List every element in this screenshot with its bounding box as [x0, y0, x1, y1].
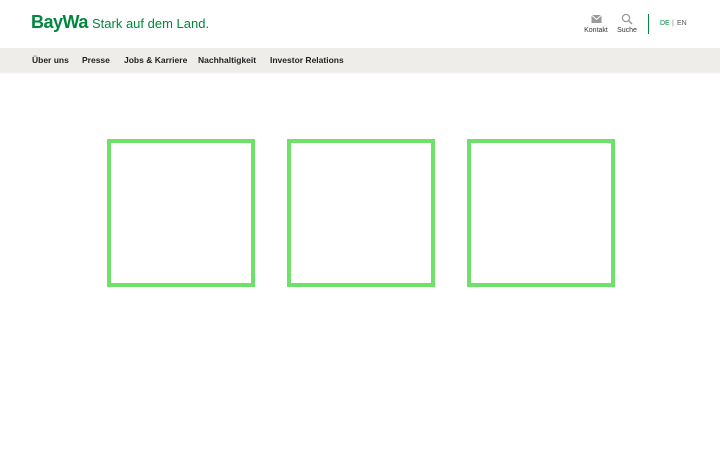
- nav-item-ueber-uns[interactable]: Über uns: [32, 55, 69, 65]
- nav-item-nachhaltigkeit[interactable]: Nachhaltigkeit: [198, 55, 256, 65]
- header-divider: [648, 14, 649, 34]
- envelope-icon: [590, 14, 602, 23]
- nav-item-presse[interactable]: Presse: [82, 55, 110, 65]
- baywa-logo[interactable]: BayWa: [31, 12, 88, 33]
- search-icon: [621, 13, 633, 25]
- tagline: Stark auf dem Land.: [92, 16, 210, 31]
- site-header: BayWa Stark auf dem Land. Kontakt Suche …: [0, 0, 720, 48]
- content-placeholder-3: [467, 139, 615, 287]
- contact-label: Kontakt: [584, 27, 608, 34]
- contact-link[interactable]: Kontakt: [581, 13, 611, 34]
- language-en[interactable]: EN: [677, 20, 687, 27]
- nav-item-investor-relations[interactable]: Investor Relations: [270, 55, 344, 65]
- search-link[interactable]: Suche: [612, 13, 642, 34]
- nav-item-jobs-karriere[interactable]: Jobs & Karriere: [124, 55, 187, 65]
- content-placeholder-1: [107, 139, 255, 287]
- search-label: Suche: [617, 27, 637, 34]
- language-separator: |: [672, 20, 674, 27]
- content-placeholder-2: [287, 139, 435, 287]
- language-de[interactable]: DE: [660, 20, 670, 27]
- main-navigation: Über uns Presse Jobs & Karriere Nachhalt…: [0, 48, 720, 72]
